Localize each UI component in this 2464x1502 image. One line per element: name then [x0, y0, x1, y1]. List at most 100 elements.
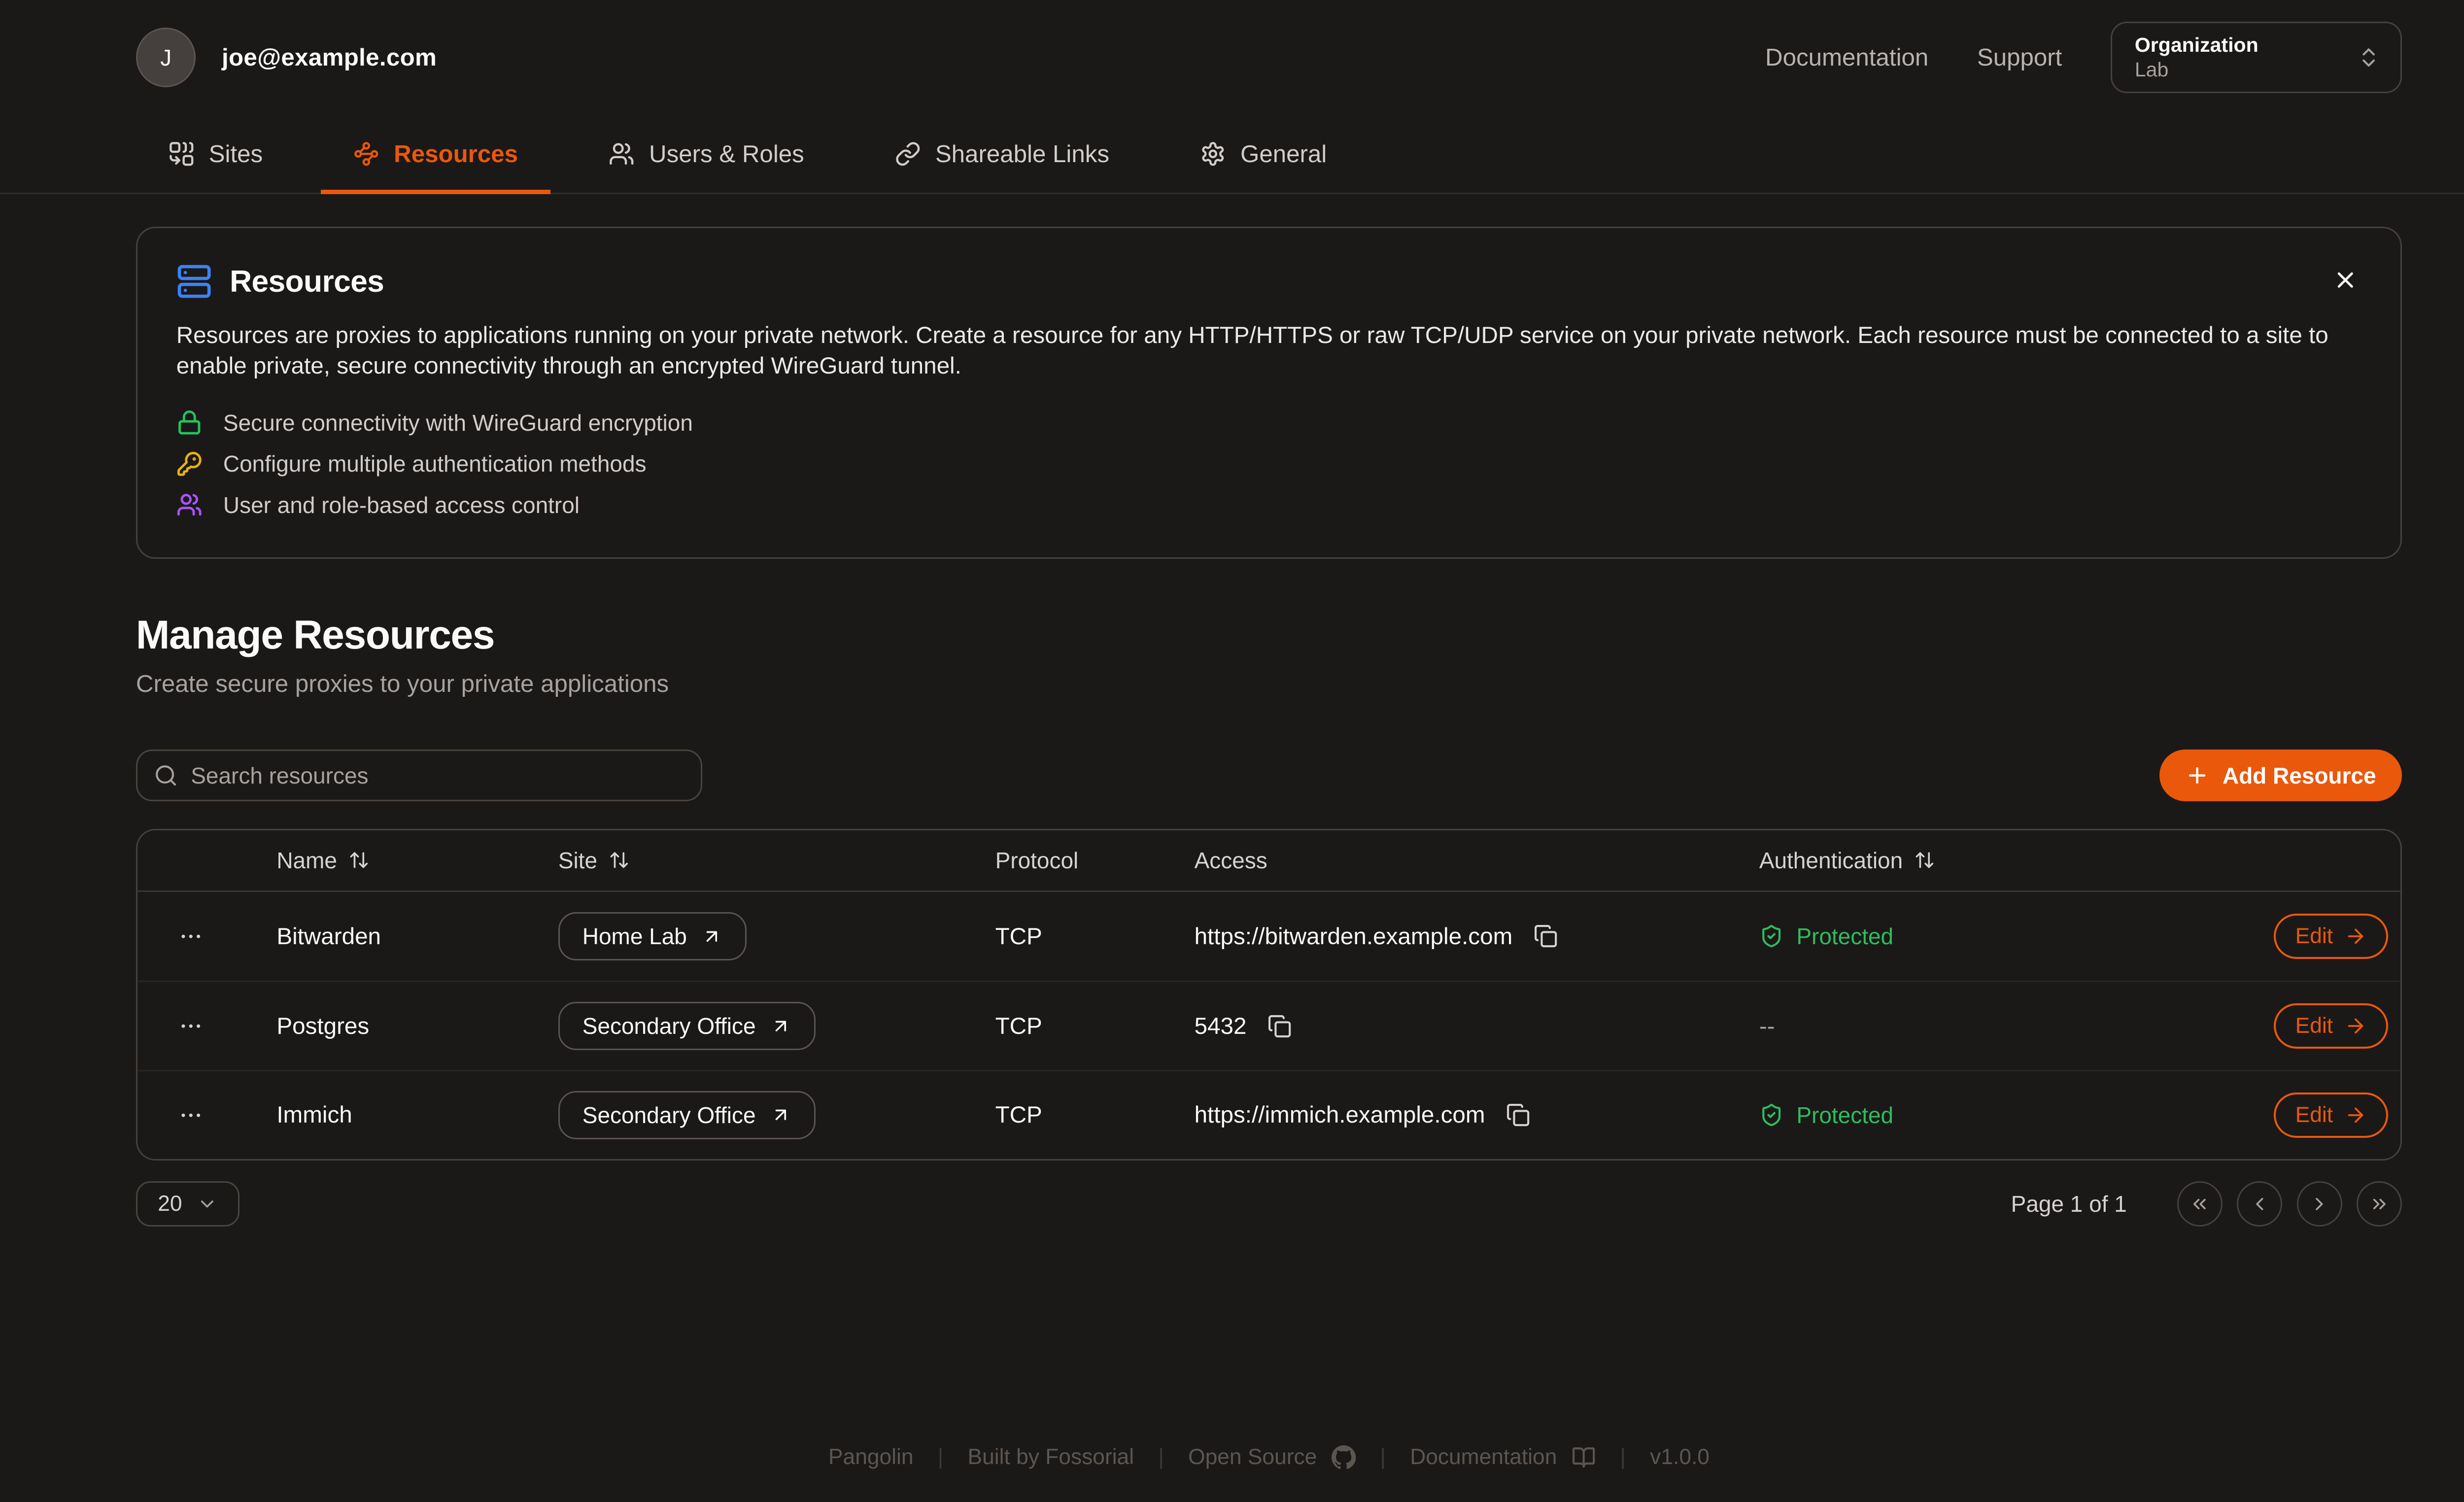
close-icon[interactable]	[2326, 260, 2365, 299]
resource-name: Immich	[244, 1101, 526, 1128]
shield-check-icon	[1759, 1103, 1783, 1127]
table-row: Postgres Secondary Office TCP 5432 --	[137, 981, 2400, 1070]
site-link-button[interactable]: Home Lab	[558, 912, 747, 961]
search-input[interactable]	[191, 762, 684, 789]
resource-name: Postgres	[244, 1013, 526, 1040]
avatar-initial: J	[160, 44, 171, 71]
tab-bar: Sites Resources Users & Roles Shareable …	[0, 115, 2464, 194]
footer-documentation-link[interactable]: Documentation	[1410, 1445, 1596, 1469]
add-resource-label: Add Resource	[2223, 762, 2376, 789]
resources-info-card: Resources Resources are proxies to appli…	[136, 227, 2402, 559]
org-selector[interactable]: Organization Lab	[2111, 22, 2402, 93]
feature-list: Secure connectivity with WireGuard encry…	[176, 410, 2362, 518]
footer-built-by-link[interactable]: Built by Fossorial	[968, 1445, 1134, 1469]
resource-access: https://immich.example.com	[1195, 1101, 1485, 1128]
nav-support-link[interactable]: Support	[1977, 43, 2062, 71]
combine-icon	[169, 141, 195, 167]
pagination-bar: 20 Page 1 of 1	[136, 1181, 2402, 1227]
key-icon	[176, 451, 203, 477]
status-badge: Protected	[1759, 1102, 1893, 1128]
chevron-down-icon	[197, 1194, 218, 1215]
server-icon	[176, 264, 212, 299]
last-page-button[interactable]	[2357, 1181, 2402, 1227]
footer-open-source-link[interactable]: Open Source	[1188, 1445, 1356, 1469]
github-icon	[1332, 1445, 1356, 1469]
nav-documentation-link[interactable]: Documentation	[1765, 43, 1928, 71]
page-indicator: Page 1 of 1	[2011, 1191, 2127, 1217]
page-size-select[interactable]: 20	[136, 1181, 240, 1227]
search-icon	[154, 763, 178, 787]
site-link-button[interactable]: Secondary Office	[558, 1091, 816, 1140]
tab-general[interactable]: General	[1167, 115, 1359, 193]
resource-protocol: TCP	[963, 1101, 1181, 1128]
arrow-right-icon	[2344, 925, 2367, 948]
user-block: J joe@example.com	[136, 28, 437, 88]
prev-page-button[interactable]	[2237, 1181, 2282, 1227]
copy-icon[interactable]	[1503, 1100, 1534, 1130]
tab-shareable-links[interactable]: Shareable Links	[862, 115, 1142, 193]
column-header-name[interactable]: Name	[244, 847, 526, 874]
book-open-icon	[1572, 1445, 1596, 1469]
edit-button[interactable]: Edit	[2274, 914, 2388, 959]
copy-icon[interactable]	[1530, 921, 1561, 952]
info-card-title: Resources	[230, 264, 384, 299]
feature-text: Configure multiple authentication method…	[223, 450, 647, 477]
column-header-authentication[interactable]: Authentication	[1740, 847, 2241, 874]
user-email: joe@example.com	[222, 43, 437, 71]
top-bar: J joe@example.com Documentation Support …	[0, 0, 2464, 115]
tab-resources-label: Resources	[394, 140, 518, 168]
chevron-right-icon	[2309, 1194, 2330, 1215]
resource-name: Bitwarden	[244, 923, 526, 950]
org-selector-value: Lab	[2135, 58, 2169, 81]
row-menu-icon[interactable]	[171, 1095, 210, 1134]
next-page-button[interactable]	[2297, 1181, 2342, 1227]
edit-button[interactable]: Edit	[2274, 1003, 2388, 1049]
site-link-button[interactable]: Secondary Office	[558, 1002, 816, 1051]
tab-sites-label: Sites	[209, 140, 263, 168]
pangolin-app: J joe@example.com Documentation Support …	[0, 0, 2464, 1502]
info-card-description: Resources are proxies to applications ru…	[176, 320, 2362, 382]
edit-button[interactable]: Edit	[2274, 1092, 2388, 1138]
table-header-row: Name Site Protocol Access Authentication	[137, 830, 2400, 892]
chevrons-left-icon	[2189, 1194, 2210, 1215]
status-badge: Protected	[1759, 923, 1893, 950]
table-row: Immich Secondary Office TCP https://immi…	[137, 1070, 2400, 1159]
tab-users-roles[interactable]: Users & Roles	[576, 115, 836, 193]
tab-resources[interactable]: Resources	[321, 115, 550, 193]
add-resource-button[interactable]: Add Resource	[2159, 750, 2402, 801]
row-menu-icon[interactable]	[171, 1007, 210, 1046]
copy-icon[interactable]	[1265, 1011, 1295, 1041]
resource-access: https://bitwarden.example.com	[1195, 923, 1513, 950]
first-page-button[interactable]	[2177, 1181, 2223, 1227]
users-icon	[609, 141, 635, 167]
resources-table: Name Site Protocol Access Authentication	[136, 829, 2402, 1161]
column-header-site[interactable]: Site	[526, 847, 963, 874]
column-header-access: Access	[1181, 847, 1740, 874]
arrow-right-icon	[2344, 1015, 2367, 1037]
tab-shareable-links-label: Shareable Links	[935, 140, 1109, 168]
arrow-right-icon	[2344, 1104, 2367, 1126]
table-row: Bitwarden Home Lab TCP https://bitwarden…	[137, 892, 2400, 981]
resource-protocol: TCP	[963, 1013, 1181, 1040]
plus-icon	[2185, 763, 2209, 787]
page-subtitle: Create secure proxies to your private ap…	[136, 670, 2402, 698]
arrow-up-right-icon	[701, 926, 722, 947]
toolbar: Add Resource	[136, 750, 2402, 801]
avatar[interactable]: J	[136, 28, 196, 88]
feature-item: Secure connectivity with WireGuard encry…	[176, 410, 2362, 436]
resource-protocol: TCP	[963, 923, 1181, 950]
page-title: Manage Resources	[136, 612, 2402, 658]
search-box	[136, 750, 703, 801]
tab-sites[interactable]: Sites	[136, 115, 295, 193]
row-menu-icon[interactable]	[171, 917, 210, 956]
tab-general-label: General	[1240, 140, 1327, 168]
arrow-up-right-icon	[770, 1016, 791, 1037]
status-badge: --	[1759, 1013, 1775, 1040]
shield-check-icon	[1759, 924, 1783, 948]
gear-icon	[1200, 141, 1226, 167]
sort-icon	[1914, 850, 1935, 871]
feature-item: User and role-based access control	[176, 492, 2362, 518]
org-selector-label: Organization	[2135, 34, 2259, 57]
users-icon	[176, 492, 203, 518]
link-icon	[895, 141, 921, 167]
